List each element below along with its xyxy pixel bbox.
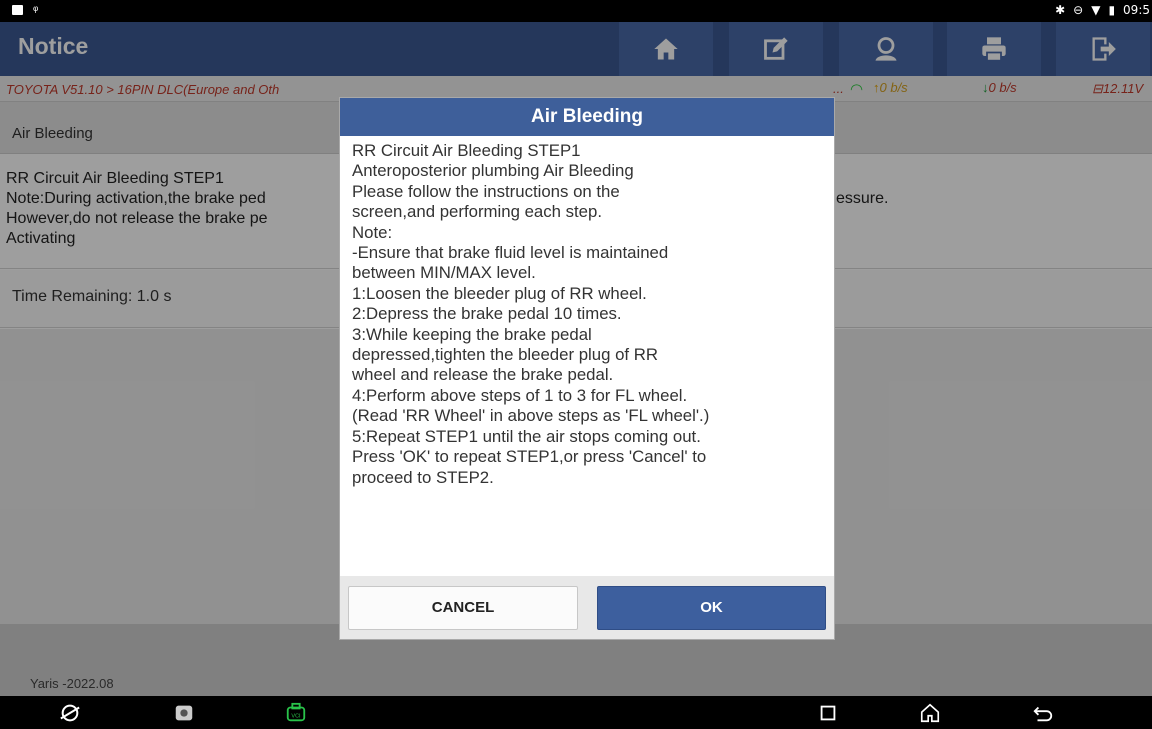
- svg-text:VCI: VCI: [291, 714, 301, 720]
- cancel-button[interactable]: CANCEL: [348, 586, 578, 630]
- home-nav-icon[interactable]: [917, 700, 943, 726]
- dialog-title: Air Bleeding: [340, 98, 834, 136]
- ok-button[interactable]: OK: [597, 586, 826, 630]
- dnd-icon: ⊖: [1073, 3, 1084, 17]
- dialog-line: Note:: [352, 222, 393, 242]
- dialog-line: screen,and performing each step.: [352, 202, 602, 222]
- dialog-line: Press 'OK' to repeat STEP1,or press 'Can…: [352, 447, 707, 467]
- status-bar: ᵠ ✱ ⊖ ▼ ▮ 09:5: [0, 0, 1152, 22]
- dialog-body[interactable]: RR Circuit Air Bleeding STEP1 Anteropost…: [340, 136, 834, 576]
- dialog-line: depressed,tighten the bleeder plug of RR: [352, 345, 658, 365]
- system-nav-bar: VCI: [0, 696, 1152, 729]
- dialog-line: -Ensure that brake fluid level is mainta…: [352, 243, 669, 263]
- dialog-line: 2:Depress the brake pedal 10 times.: [352, 304, 622, 324]
- dialog-line: Please follow the instructions on the: [352, 181, 620, 201]
- battery-icon: ▮: [1108, 3, 1116, 17]
- dialog-line: between MIN/MAX level.: [352, 263, 536, 283]
- bluetooth-icon: ✱: [1055, 3, 1066, 17]
- dialog-line: RR Circuit Air Bleeding STEP1: [352, 141, 581, 160]
- dialog-line: proceed to STEP2.: [352, 467, 494, 487]
- vci-icon[interactable]: VCI: [283, 700, 309, 726]
- back-icon[interactable]: [1030, 700, 1056, 726]
- gallery-icon[interactable]: [171, 700, 197, 726]
- dialog-line: wheel and release the brake pedal.: [352, 365, 614, 385]
- browser-icon[interactable]: [57, 700, 83, 726]
- status-time: 09:5: [1123, 3, 1150, 17]
- dialog-line: 5:Repeat STEP1 until the air stops comin…: [352, 426, 701, 446]
- image-icon: [12, 5, 23, 15]
- dialog-line: 3:While keeping the brake pedal: [352, 324, 592, 344]
- air-bleeding-dialog: Air Bleeding RR Circuit Air Bleeding STE…: [339, 97, 835, 640]
- dialog-line: Anteroposterior plumbing Air Bleeding: [352, 161, 634, 181]
- dialog-line: 4:Perform above steps of 1 to 3 for FL w…: [352, 385, 688, 405]
- dialog-footer: CANCEL OK: [340, 576, 834, 639]
- usb-icon: ᵠ: [33, 3, 39, 17]
- recents-icon[interactable]: [815, 700, 841, 726]
- wifi-icon: ▼: [1091, 3, 1101, 17]
- dialog-line: 1:Loosen the bleeder plug of RR wheel.: [352, 283, 647, 303]
- dialog-line: (Read 'RR Wheel' in above steps as 'FL w…: [352, 406, 710, 426]
